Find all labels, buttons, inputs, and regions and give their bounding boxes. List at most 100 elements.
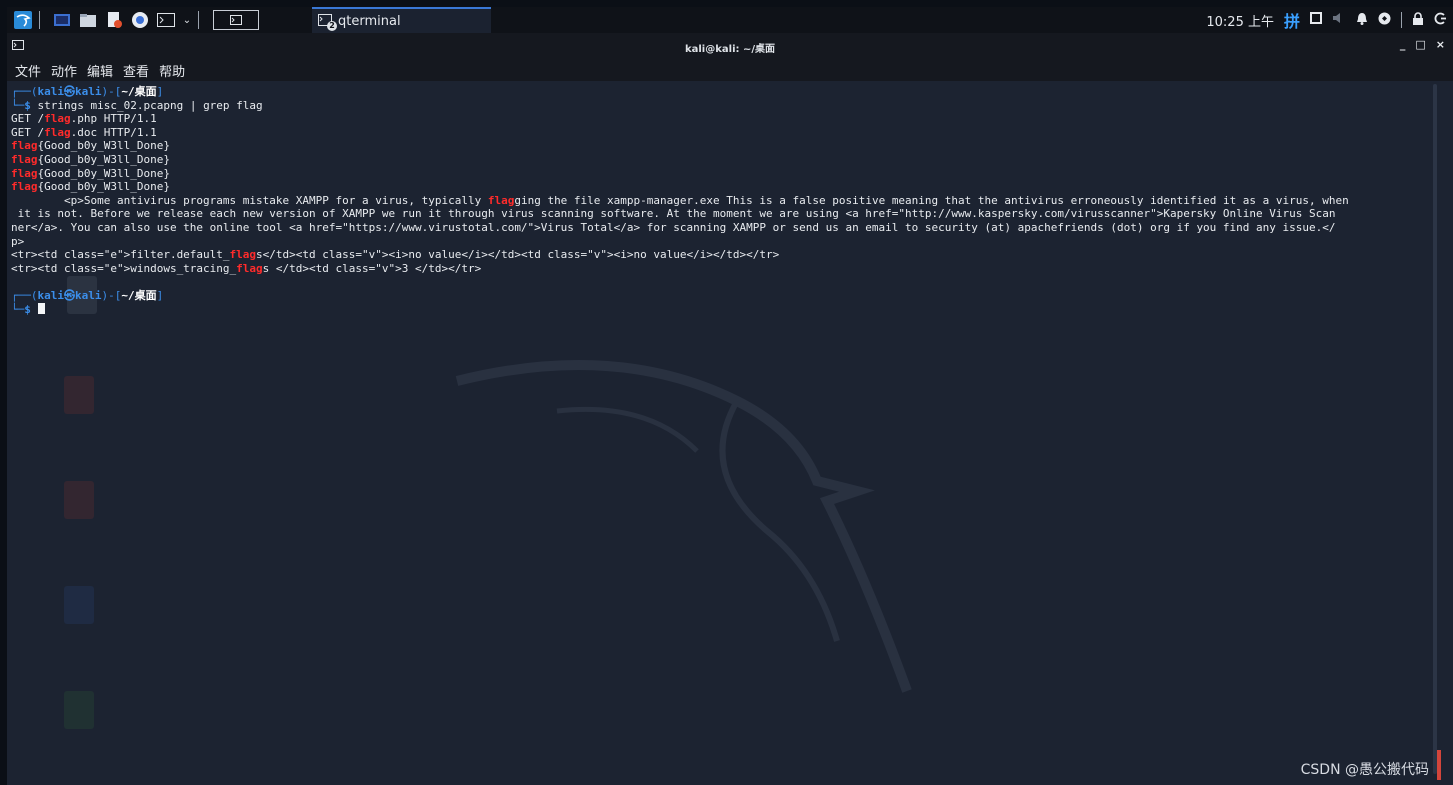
prompt-bracket: ]	[156, 288, 164, 302]
prompt-symbol: └─$	[11, 302, 38, 316]
match-highlight: flag	[11, 166, 38, 180]
taskbar-separator	[198, 11, 199, 29]
output-text: ner</a>. You can also use the online too…	[11, 220, 1336, 234]
prompt-at: ㉿	[64, 85, 75, 98]
desktop-ghost-item	[49, 376, 109, 420]
desktop-ghost-item	[49, 691, 109, 735]
terminal-launcher-icon[interactable]	[156, 10, 176, 30]
output-line: <tr><td class="e">filter.default_flags</…	[11, 248, 1431, 262]
output-line: GET /flag.doc HTTP/1.1	[11, 126, 1431, 140]
output-line: <p>Some antivirus programs mistake XAMPP…	[11, 194, 1431, 208]
prompt-at: ㉿	[64, 288, 75, 302]
output-text: {Good_b0y_W3ll_Done}	[37, 180, 170, 194]
tray-separator	[1401, 12, 1402, 28]
kali-menu-icon[interactable]	[13, 10, 33, 30]
file-icon	[64, 691, 94, 729]
logout-icon[interactable]	[1434, 12, 1447, 29]
file-icon	[64, 586, 94, 624]
menu-actions[interactable]: 动作	[51, 61, 77, 80]
match-highlight: flag	[44, 112, 71, 126]
prompt-line: ┌──(kali㉿kali)-[~/桌面]	[11, 289, 1431, 303]
maximize-button[interactable]: □	[1415, 38, 1425, 51]
output-line: flag{Good_b0y_W3ll_Done}	[11, 180, 1431, 194]
csdn-watermark: CSDN @愚公搬代码	[1300, 762, 1429, 778]
close-button[interactable]: ×	[1436, 38, 1445, 51]
output-text: <tr><td class="e">filter.default_	[11, 248, 230, 262]
show-desktop-icon[interactable]	[52, 10, 72, 30]
match-highlight: flag	[11, 152, 38, 166]
menu-file[interactable]: 文件	[15, 61, 41, 80]
output-text: it is not. Before we release each new ve…	[11, 207, 1336, 221]
prompt-user: kali	[37, 288, 65, 302]
output-text: GET /	[11, 112, 45, 126]
output-text: GET /	[11, 125, 45, 139]
prompt-line: ┌──(kali㉿kali)-[~/桌面]	[11, 85, 1431, 99]
text-editor-icon[interactable]	[104, 10, 124, 30]
volume-icon[interactable]	[1332, 12, 1346, 28]
browser-icon[interactable]	[130, 10, 150, 30]
match-highlight: flag	[229, 248, 257, 262]
output-text: {Good_b0y_W3ll_Done}	[37, 152, 170, 166]
qterminal-icon: 2	[318, 14, 337, 31]
terminal-output-area[interactable]: ┌──(kali㉿kali)-[~/桌面] └─$ strings misc_02…	[7, 81, 1433, 785]
prompt-bracket: ┌──(	[11, 85, 38, 98]
window-title: kali@kali: ~/桌面	[684, 44, 776, 55]
output-line: GET /flag.php HTTP/1.1	[11, 112, 1431, 126]
prompt-bracket: )-[	[101, 288, 122, 302]
menu-edit[interactable]: 编辑	[87, 61, 113, 80]
output-text: .php HTTP/1.1	[70, 112, 157, 126]
match-highlight: flag	[487, 193, 515, 207]
task-qterminal[interactable]: 2 qterminal	[312, 7, 491, 33]
output-text: s </td><td class="v">3 </td></tr>	[262, 261, 482, 275]
match-highlight: flag	[236, 261, 263, 275]
scrollbar-marker	[1437, 750, 1441, 780]
input-method-indicator[interactable]: 拼	[1284, 8, 1300, 32]
prompt-user: kali	[37, 85, 65, 98]
prompt-host: kali	[75, 288, 102, 302]
taskbar-separator	[39, 11, 40, 29]
output-text: .doc HTTP/1.1	[70, 125, 157, 139]
workspace-terminal-button[interactable]	[213, 10, 259, 30]
match-highlight: flag	[11, 139, 38, 153]
lock-icon[interactable]	[1412, 11, 1424, 29]
output-line: p>	[11, 235, 1431, 249]
prompt-dir: ~/桌面	[121, 288, 157, 302]
taskbar: ⌄ 2 qterminal 10:25 上午 拼	[7, 7, 1453, 34]
minimize-button[interactable]: _	[1400, 38, 1406, 51]
notification-bell-icon[interactable]	[1356, 12, 1368, 29]
menu-view[interactable]: 查看	[123, 61, 149, 80]
match-highlight: flag	[11, 180, 38, 194]
task-count-badge: 2	[327, 21, 337, 31]
task-title: qterminal	[338, 13, 401, 29]
system-tray: 10:25 上午 拼	[1206, 7, 1447, 33]
window-controls: _ □ ×	[1400, 38, 1445, 51]
output-line: flag{Good_b0y_W3ll_Done}	[11, 153, 1431, 167]
match-highlight: flag	[44, 125, 71, 139]
menu-help[interactable]: 帮助	[159, 61, 185, 80]
desktop-screen: ⌄ 2 qterminal 10:25 上午 拼 kali@kali: ~/桌面…	[0, 0, 1453, 785]
clock[interactable]: 10:25 上午	[1206, 11, 1274, 30]
menubar: 文件 动作 编辑 查看 帮助	[7, 59, 1453, 81]
output-text: ging the file xampp-manager.exe This is …	[514, 193, 1349, 207]
desktop-ghost-item	[49, 586, 109, 630]
window-icon[interactable]	[1310, 12, 1322, 28]
network-icon[interactable]	[1378, 12, 1391, 29]
window-titlebar[interactable]: kali@kali: ~/桌面 _ □ ×	[7, 33, 1453, 59]
output-text: {Good_b0y_W3ll_Done}	[37, 166, 170, 180]
output-line: flag{Good_b0y_W3ll_Done}	[11, 167, 1431, 181]
output-text: p>	[11, 234, 25, 248]
scrollbar-thumb[interactable]	[1433, 84, 1437, 774]
command-line: └─$ strings misc_02.pcapng | grep flag	[11, 99, 1431, 113]
output-text: {Good_b0y_W3ll_Done}	[37, 139, 170, 153]
command-line[interactable]: └─$	[11, 302, 1431, 317]
file-manager-icon[interactable]	[78, 10, 98, 30]
chevron-down-icon[interactable]: ⌄	[182, 10, 192, 30]
file-icon	[64, 481, 94, 519]
output-line: <tr><td class="e">windows_tracing_flags …	[11, 262, 1431, 276]
desktop-ghost-item	[49, 481, 109, 525]
output-text: <p>Some antivirus programs mistake XAMPP…	[11, 193, 488, 207]
file-icon	[64, 376, 94, 414]
prompt-dir: ~/桌面	[121, 85, 157, 98]
prompt-host: kali	[75, 85, 102, 98]
